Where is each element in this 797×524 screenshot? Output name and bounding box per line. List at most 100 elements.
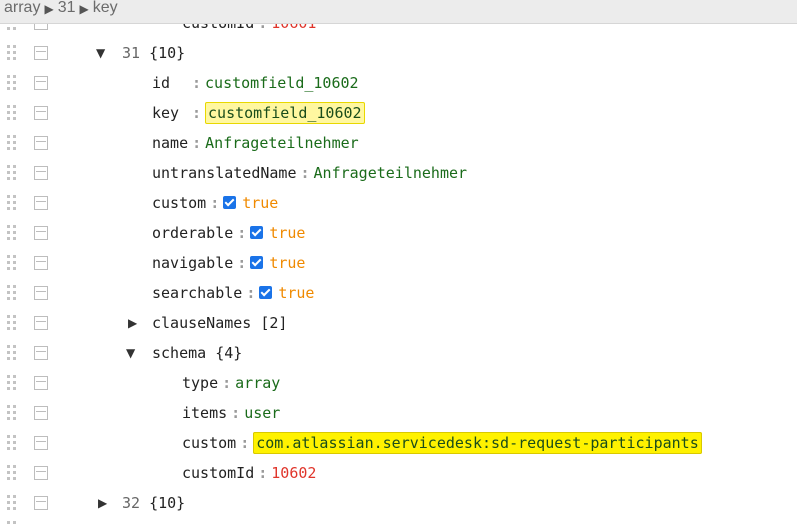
drag-handle-icon[interactable] <box>7 135 17 151</box>
row-menu-icon[interactable] <box>34 286 48 300</box>
field-key[interactable]: id <box>152 68 188 98</box>
drag-handle-icon[interactable] <box>7 225 17 241</box>
tree-row: untranslatedName: Anfrageteilnehmer <box>0 158 797 188</box>
field-value-number[interactable]: 10602 <box>271 464 316 482</box>
field-key[interactable]: schema <box>152 344 206 362</box>
tree-row: name: Anfrageteilnehmer <box>0 128 797 158</box>
row-menu-icon[interactable] <box>34 376 48 390</box>
array-index[interactable]: 32 <box>122 494 140 512</box>
triangle-right-icon[interactable]: ▶ <box>98 488 110 518</box>
drag-handle-icon[interactable] <box>7 285 17 301</box>
field-key[interactable]: customId <box>182 464 254 482</box>
field-key[interactable]: type <box>182 374 218 392</box>
row-menu-icon[interactable] <box>34 46 48 60</box>
triangle-down-icon[interactable]: ▼ <box>96 38 108 68</box>
field-key[interactable]: items <box>182 404 227 422</box>
row-menu-icon[interactable] <box>34 496 48 510</box>
drag-handle-icon[interactable] <box>7 465 17 481</box>
breadcrumb-separator-icon: ▶ <box>79 2 89 16</box>
separator-icon: : <box>231 404 241 422</box>
separator-icon: : <box>240 434 250 452</box>
child-count: [2] <box>260 314 288 332</box>
tree-row: ▼ 31 {10} <box>0 38 797 68</box>
field-key[interactable]: custom <box>182 434 236 452</box>
field-key[interactable]: key <box>152 98 188 128</box>
tree-row: ▼ schema {4} <box>0 338 797 368</box>
tree-row: items: user <box>0 398 797 428</box>
field-value-string-highlighted[interactable]: com.atlassian.servicedesk:sd-request-par… <box>253 432 702 454</box>
row-menu-icon[interactable] <box>34 466 48 480</box>
separator-icon: : <box>192 134 202 152</box>
tree-row: ▶ clauseNames [2] <box>0 308 797 338</box>
row-menu-icon[interactable] <box>34 226 48 240</box>
breadcrumb-item-key[interactable]: key <box>93 0 118 16</box>
row-menu-icon[interactable] <box>34 106 48 120</box>
field-value-boolean[interactable]: true <box>278 284 314 302</box>
field-value-string[interactable]: customfield_10602 <box>205 74 359 92</box>
drag-handle-icon[interactable] <box>7 435 17 451</box>
drag-handle-icon[interactable] <box>7 345 17 361</box>
field-value-boolean[interactable]: true <box>269 254 305 272</box>
field-value-boolean[interactable]: true <box>269 224 305 242</box>
row-menu-icon[interactable] <box>34 196 48 210</box>
row-menu-icon[interactable] <box>34 406 48 420</box>
drag-handle-icon[interactable] <box>7 165 17 181</box>
field-key[interactable]: navigable <box>152 254 233 272</box>
drag-handle-icon[interactable] <box>7 315 17 331</box>
row-menu-icon[interactable] <box>34 136 48 150</box>
tree-row: ▶ 32 {10} <box>0 488 797 518</box>
row-menu-icon[interactable] <box>34 76 48 90</box>
field-key[interactable]: untranslatedName <box>152 164 297 182</box>
separator-icon: : <box>237 224 247 242</box>
row-menu-icon[interactable] <box>34 316 48 330</box>
checkbox-checked-icon[interactable] <box>250 256 264 269</box>
separator-icon: : <box>192 104 202 122</box>
tree-row: orderable: true <box>0 218 797 248</box>
field-value-string[interactable]: array <box>235 374 280 392</box>
tree-row: key: customfield_10602 <box>0 98 797 128</box>
row-menu-icon[interactable] <box>34 256 48 270</box>
field-key[interactable]: custom <box>152 194 206 212</box>
field-value-string[interactable]: user <box>244 404 280 422</box>
field-value-string[interactable]: Anfrageteilnehmer <box>314 164 468 182</box>
tree-row: navigable: true <box>0 248 797 278</box>
drag-handle-icon[interactable] <box>7 195 17 211</box>
breadcrumb-separator-icon: ▶ <box>44 2 54 16</box>
field-value-string-highlighted[interactable]: customfield_10602 <box>205 102 365 124</box>
field-key[interactable]: name <box>152 134 188 152</box>
row-menu-icon[interactable] <box>34 166 48 180</box>
breadcrumb: array ▶ 31 ▶ key <box>0 0 797 24</box>
child-count: {10} <box>149 494 186 512</box>
checkbox-checked-icon[interactable] <box>223 196 237 209</box>
row-menu-icon[interactable] <box>34 346 48 360</box>
child-count: {10} <box>149 44 186 62</box>
separator-icon: : <box>300 164 310 182</box>
field-key[interactable]: orderable <box>152 224 233 242</box>
field-value-boolean[interactable]: true <box>242 194 278 212</box>
tree-row-partial <box>0 518 797 524</box>
child-count: {4} <box>215 344 243 362</box>
drag-handle-icon[interactable] <box>7 105 17 121</box>
drag-handle-icon[interactable] <box>7 45 17 61</box>
tree-row: searchable: true <box>0 278 797 308</box>
tree-row: type: array <box>0 368 797 398</box>
separator-icon: : <box>222 374 232 392</box>
drag-handle-icon[interactable] <box>7 75 17 91</box>
triangle-down-icon[interactable]: ▼ <box>126 338 138 368</box>
drag-handle-icon[interactable] <box>7 495 17 511</box>
field-value-string[interactable]: Anfrageteilnehmer <box>205 134 359 152</box>
breadcrumb-item-array[interactable]: array <box>4 0 40 16</box>
drag-handle-icon[interactable] <box>7 375 17 391</box>
array-index[interactable]: 31 <box>122 44 140 62</box>
checkbox-checked-icon[interactable] <box>250 226 264 239</box>
tree-row: customId:10602 <box>0 458 797 488</box>
tree-row: custom: com.atlassian.servicedesk:sd-requ… <box>0 428 797 458</box>
field-key[interactable]: searchable <box>152 284 242 302</box>
breadcrumb-item-31[interactable]: 31 <box>58 0 76 16</box>
field-key[interactable]: clauseNames <box>152 314 251 332</box>
row-menu-icon[interactable] <box>34 436 48 450</box>
checkbox-checked-icon[interactable] <box>259 286 273 299</box>
drag-handle-icon[interactable] <box>7 405 17 421</box>
drag-handle-icon[interactable] <box>7 255 17 271</box>
triangle-right-icon[interactable]: ▶ <box>128 308 140 338</box>
